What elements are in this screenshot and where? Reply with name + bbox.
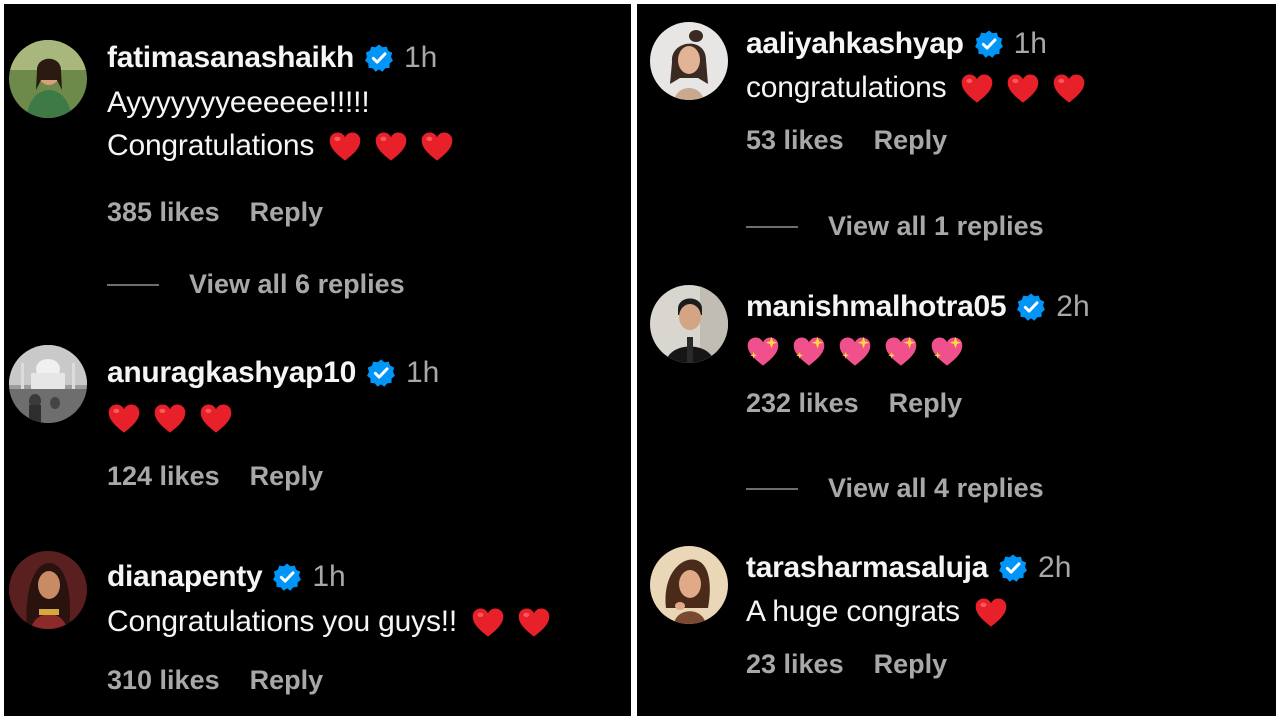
likes-count[interactable]: 232 likes — [746, 388, 859, 419]
red-heart-icon — [153, 402, 187, 436]
comment-text: A huge congrats — [746, 590, 1071, 633]
comment-time: 1h — [1013, 27, 1047, 60]
red-heart-icon — [517, 606, 551, 640]
comment-text-line: Congratulations — [107, 124, 454, 167]
comment-time: 2h — [1056, 290, 1090, 323]
likes-count[interactable]: 23 likes — [746, 649, 844, 680]
red-heart-icon — [1006, 72, 1040, 106]
username[interactable]: fatimasanashaikh — [107, 41, 354, 75]
verified-badge-icon — [974, 29, 1004, 59]
left-comments-panel: fatimasanashaikh 1h Ayyyyyyyeeeeee!!!!! … — [4, 4, 631, 716]
sparkling-heart-icon — [746, 335, 780, 369]
sparkling-heart-icon — [884, 335, 918, 369]
emoji-group — [746, 335, 964, 369]
red-heart-icon — [1052, 72, 1086, 106]
sparkling-heart-icon — [930, 335, 964, 369]
view-replies-label: View all 6 replies — [189, 269, 405, 299]
replies-divider-line — [107, 283, 159, 286]
avatar[interactable] — [650, 22, 728, 100]
verified-badge-icon — [998, 553, 1028, 583]
verified-badge-icon — [1016, 292, 1046, 322]
likes-count[interactable]: 124 likes — [107, 461, 220, 492]
red-heart-icon — [374, 130, 408, 164]
red-heart-icon — [107, 402, 141, 436]
replies-divider-line — [746, 487, 798, 490]
comment-text: Congratulations you guys!! — [107, 600, 551, 643]
likes-count[interactable]: 310 likes — [107, 665, 220, 696]
avatar[interactable] — [650, 546, 728, 624]
comment-time: 1h — [312, 560, 346, 593]
view-replies-button[interactable]: View all 4 replies — [746, 473, 1044, 504]
likes-count[interactable]: 385 likes — [107, 197, 220, 228]
view-replies-label: View all 4 replies — [828, 473, 1044, 503]
sparkling-heart-icon — [838, 335, 872, 369]
emoji-group — [960, 72, 1086, 106]
comment-text — [107, 396, 439, 439]
view-replies-button[interactable]: View all 1 replies — [746, 211, 1044, 242]
avatar[interactable] — [650, 285, 728, 363]
red-heart-icon — [328, 130, 362, 164]
red-heart-icon — [199, 402, 233, 436]
comment-time: 1h — [403, 41, 438, 74]
red-heart-icon — [960, 72, 994, 106]
emoji-group — [107, 402, 233, 436]
reply-button[interactable]: Reply — [874, 649, 948, 680]
comment-time: 2h — [1038, 551, 1072, 584]
username[interactable]: anuragkashyap10 — [107, 356, 356, 390]
verified-badge-icon — [272, 562, 302, 592]
comment-text: congratulations — [746, 66, 1086, 109]
reply-button[interactable]: Reply — [250, 197, 324, 228]
reply-button[interactable]: Reply — [874, 125, 948, 156]
reply-button[interactable]: Reply — [250, 665, 324, 696]
emoji-group — [328, 130, 454, 164]
comment-text-line: Congratulations you guys!! — [107, 605, 458, 638]
comment-text-line: A huge congrats — [746, 595, 960, 628]
likes-count[interactable]: 53 likes — [746, 125, 844, 156]
avatar[interactable] — [9, 40, 87, 118]
sparkling-heart-icon — [792, 335, 826, 369]
comment-time: 1h — [405, 356, 440, 389]
reply-button[interactable]: Reply — [250, 461, 324, 492]
comment-text: Ayyyyyyyeeeeee!!!!! Congratulations — [107, 81, 454, 167]
view-replies-button[interactable]: View all 6 replies — [107, 269, 405, 300]
red-heart-icon — [974, 596, 1008, 630]
username[interactable]: manishmalhotra05 — [746, 290, 1007, 324]
emoji-group — [471, 606, 551, 640]
right-comments-panel: aaliyahkashyap 1h congratulations 53 lik… — [637, 4, 1276, 716]
comment-text — [746, 329, 1090, 372]
comment-text-line: Ayyyyyyyeeeeee!!!!! — [107, 86, 370, 119]
avatar[interactable] — [9, 345, 87, 423]
view-replies-label: View all 1 replies — [828, 211, 1044, 241]
emoji-group — [974, 596, 1008, 630]
verified-badge-icon — [366, 358, 396, 388]
verified-badge-icon — [364, 43, 394, 73]
comment-text-line: Congratulations — [107, 129, 315, 162]
red-heart-icon — [471, 606, 505, 640]
avatar[interactable] — [9, 551, 87, 629]
username[interactable]: dianapenty — [107, 560, 263, 594]
comment-text-line: congratulations — [746, 71, 947, 104]
username[interactable]: aaliyahkashyap — [746, 27, 964, 61]
username[interactable]: tarasharmasaluja — [746, 551, 988, 585]
red-heart-icon — [420, 130, 454, 164]
reply-button[interactable]: Reply — [889, 388, 963, 419]
replies-divider-line — [746, 225, 798, 228]
